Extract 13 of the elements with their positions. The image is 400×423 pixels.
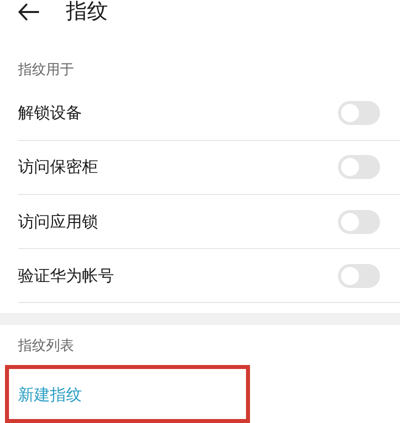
toggle-switch[interactable] — [338, 155, 380, 180]
toggle-switch[interactable] — [338, 264, 380, 288]
page-title: 指纹 — [66, 1, 108, 22]
toggle-switch[interactable] — [338, 101, 380, 126]
new-fingerprint-link[interactable]: 新建指纹 — [18, 382, 82, 407]
setting-label: 解锁设备 — [18, 102, 83, 124]
section-label: 指纹用于 — [17, 62, 75, 77]
toggle-switch[interactable] — [338, 210, 380, 234]
setting-label: 访问保密柜 — [18, 156, 99, 178]
setting-label: 验证华为帐号 — [18, 264, 115, 287]
back-icon[interactable] — [18, 2, 40, 21]
section-label: 指纹列表 — [17, 336, 75, 353]
setting-label: 访问应用锁 — [18, 210, 99, 233]
